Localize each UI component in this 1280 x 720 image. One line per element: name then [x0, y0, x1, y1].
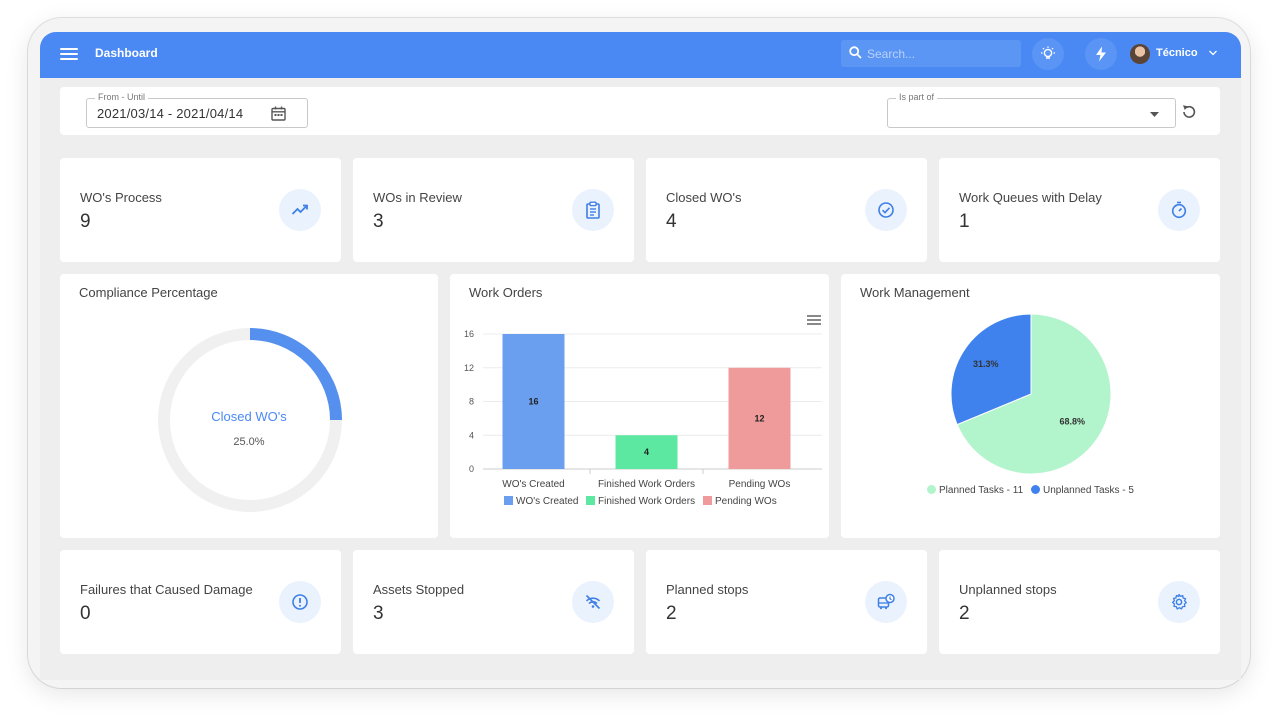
stat-card-work-queues-delay[interactable]: Work Queues with Delay 1 [939, 158, 1220, 262]
stat-label: WOs in Review [373, 190, 462, 205]
donut-progress-arc [249, 328, 342, 421]
stat-card-planned-stops[interactable]: Planned stops 2 [646, 550, 927, 654]
stat-card-failures-damage[interactable]: Failures that Caused Damage 0 [60, 550, 341, 654]
stat-icon-badge [865, 189, 907, 231]
compliance-donut-chart [158, 328, 342, 512]
bar-value-label: 4 [644, 447, 649, 457]
lightbulb-icon [1041, 46, 1055, 59]
avatar [1130, 44, 1150, 64]
top-app-bar: Dashboard Search... Técnico [40, 32, 1241, 78]
filter-bar: From - Until 2021/03/14 - 2021/04/14 Is … [60, 87, 1220, 135]
search-input[interactable]: Search... [841, 40, 1021, 67]
date-range-label: From - Until [95, 92, 148, 102]
stat-value: 3 [373, 211, 384, 232]
stat-value: 3 [373, 603, 384, 624]
legend-item-wos-created[interactable]: WO's Created [504, 496, 578, 507]
y-tick-label: 0 [469, 464, 474, 474]
work-management-pie-chart: 68.8% 31.3% [950, 313, 1112, 475]
stat-label: Assets Stopped [373, 582, 465, 597]
stat-icon-badge [865, 581, 907, 623]
date-range-field[interactable]: From - Until 2021/03/14 - 2021/04/14 [86, 92, 308, 128]
timer-icon [1171, 201, 1187, 219]
bar-value-label: 16 [528, 397, 538, 407]
stat-icon-badge [572, 189, 614, 231]
legend-item-unplanned-tasks[interactable]: Unplanned Tasks - 5 [1031, 485, 1134, 496]
stat-card-wo-process[interactable]: WO's Process 9 [60, 158, 341, 262]
x-tick-label: Finished Work Orders [598, 479, 695, 490]
alert-circle-icon [292, 594, 308, 610]
reset-icon[interactable] [1178, 101, 1200, 123]
search-icon [849, 46, 862, 59]
stat-value: 2 [959, 603, 970, 624]
work-orders-bar-chart: 0 4 8 12 16 16 WO's Created 4 Finished Work Orde… [464, 329, 822, 490]
stat-label: WO's Process [80, 190, 162, 205]
gear-icon [1171, 593, 1187, 610]
stat-label: Work Queues with Delay [959, 190, 1102, 205]
page-title: Dashboard [95, 46, 158, 60]
check-circle-icon [878, 202, 894, 218]
stat-label: Closed WO's [666, 190, 742, 205]
clipboard-icon [586, 201, 600, 219]
dropdown-arrow-icon [1150, 112, 1159, 117]
stat-value: 1 [959, 211, 970, 232]
bus-clock-icon [877, 593, 895, 610]
bar-value-label: 12 [754, 413, 764, 423]
stat-icon-badge [1158, 189, 1200, 231]
y-tick-label: 4 [469, 430, 474, 440]
stat-label: Planned stops [666, 582, 749, 597]
work-orders-title: Work Orders [469, 285, 543, 300]
donut-center-label: Closed WO's [211, 409, 287, 424]
is-part-of-label: Is part of [896, 92, 938, 102]
work-management-title: Work Management [860, 285, 970, 300]
stat-label: Failures that Caused Damage [80, 582, 253, 597]
stat-value: 9 [80, 211, 91, 232]
pie-value-label: 68.8% [1059, 417, 1085, 427]
stat-card-wos-in-review[interactable]: WOs in Review 3 [353, 158, 634, 262]
work-orders-card: Work Orders 0 4 8 12 16 16 WO's Created 4 Finish… [450, 274, 829, 538]
stat-card-closed-wos[interactable]: Closed WO's 4 [646, 158, 927, 262]
theme-toggle-button[interactable] [1032, 38, 1064, 70]
y-tick-label: 12 [464, 363, 474, 373]
x-tick-label: WO's Created [502, 479, 564, 490]
hamburger-menu-icon[interactable] [60, 46, 78, 64]
stat-icon-badge [279, 581, 321, 623]
stat-value: 0 [80, 603, 91, 624]
quick-actions-button[interactable] [1085, 38, 1117, 70]
calendar-icon[interactable] [271, 106, 286, 121]
legend-item-planned-tasks[interactable]: Planned Tasks - 11 [927, 485, 1023, 496]
date-range-value: 2021/03/14 - 2021/04/14 [97, 106, 244, 121]
stat-value: 2 [666, 603, 677, 624]
stat-icon-badge [572, 581, 614, 623]
compliance-card: Compliance Percentage Closed WO's 25.0% [60, 274, 438, 538]
work-management-card: Work Management 68.8% 31.3% Planned Tasks… [841, 274, 1220, 538]
x-tick-label: Pending WOs [729, 479, 791, 490]
pie-value-label: 31.3% [973, 359, 999, 369]
trending-up-icon [291, 204, 308, 215]
stat-value: 4 [666, 211, 677, 232]
stat-card-unplanned-stops[interactable]: Unplanned stops 2 [939, 550, 1220, 654]
stat-card-assets-stopped[interactable]: Assets Stopped 3 [353, 550, 634, 654]
legend-item-finished-work-orders[interactable]: Finished Work Orders [586, 496, 695, 507]
donut-center-value: 25.0% [233, 436, 265, 448]
y-tick-label: 16 [464, 329, 474, 339]
no-signal-icon [585, 594, 601, 610]
app-screen: Dashboard Search... Técnico From - Until… [40, 32, 1241, 680]
stat-icon-badge [279, 189, 321, 231]
lightning-icon [1096, 46, 1106, 62]
chevron-down-icon [1209, 50, 1217, 56]
user-name: Técnico [1156, 47, 1198, 59]
stat-icon-badge [1158, 581, 1200, 623]
stat-label: Unplanned stops [959, 582, 1057, 597]
legend-item-pending-wos[interactable]: Pending WOs [703, 496, 777, 507]
y-tick-label: 8 [469, 397, 474, 407]
search-placeholder: Search... [867, 47, 916, 61]
is-part-of-select[interactable]: Is part of [887, 92, 1176, 128]
